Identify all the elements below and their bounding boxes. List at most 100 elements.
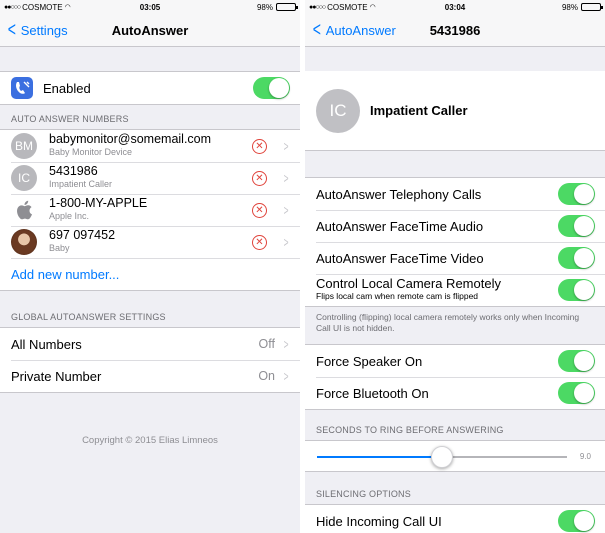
telephony-calls-row: AutoAnswer Telephony Calls <box>305 178 605 210</box>
nav-bar: < Settings AutoAnswer <box>0 14 300 47</box>
chevron-right-icon: > <box>283 336 289 352</box>
force-bluetooth-row: Force Bluetooth On <box>305 377 605 409</box>
enabled-label: Enabled <box>43 80 91 96</box>
chevron-left-icon: < <box>7 19 16 41</box>
numbers-list: BM babymonitor@somemail.com Baby Monitor… <box>0 129 300 291</box>
number-sub: Baby <box>49 243 70 253</box>
delete-icon[interactable]: ✕ <box>252 171 267 186</box>
number-sub: Baby Monitor Device <box>49 147 133 157</box>
ring-section-header: SECONDS TO RING BEFORE ANSWERING <box>316 425 504 435</box>
battery-percent: 98% <box>561 2 578 12</box>
delete-icon[interactable]: ✕ <box>252 139 267 154</box>
caller-name: Impatient Caller <box>370 103 468 118</box>
back-button[interactable]: < Settings <box>0 19 68 41</box>
control-camera-sub: Flips local cam when remote cam is flipp… <box>316 291 479 301</box>
facetime-video-toggle[interactable] <box>558 247 595 269</box>
battery-icon <box>276 3 298 11</box>
enabled-toggle[interactable] <box>253 77 290 99</box>
battery-info: 98% <box>561 2 603 12</box>
autoanswer-toggles: AutoAnswer Telephony Calls AutoAnswer Fa… <box>305 177 605 307</box>
number-text: 1-800-MY-APPLE Apple Inc. <box>49 197 147 223</box>
control-camera-label: Control Local Camera Remotely <box>316 276 501 291</box>
facetime-audio-toggle[interactable] <box>558 215 595 237</box>
status-bar: ●●○○○ COSMOTE ◠ 03:05 98% <box>0 0 300 14</box>
global-settings-list: All Numbers Off > Private Number On > <box>0 327 300 393</box>
control-camera-row: Control Local Camera Remotely Flips loca… <box>305 274 605 306</box>
number-text: 5431986 Impatient Caller <box>49 165 112 191</box>
numbers-section-header: AUTO ANSWER NUMBERS <box>11 114 129 124</box>
force-bluetooth-label: Force Bluetooth On <box>316 385 429 401</box>
global-section-header: GLOBAL AUTOANSWER SETTINGS <box>11 312 166 322</box>
silencing-toggles: Hide Incoming Call UI <box>305 504 605 533</box>
force-speaker-row: Force Speaker On <box>305 345 605 377</box>
status-time: 03:05 <box>139 2 161 12</box>
battery-icon <box>581 3 603 11</box>
all-numbers-label: All Numbers <box>11 336 82 352</box>
caller-header: IC Impatient Caller <box>305 71 605 151</box>
ring-slider-fill <box>317 456 442 458</box>
copyright-text: Copyright © 2015 Elias Limneos <box>82 435 218 446</box>
back-label: Settings <box>20 22 68 38</box>
ring-slider-value: 9.0 <box>579 452 591 461</box>
status-bar: ●●○○○ COSMOTE ◠ 03:04 98% <box>305 0 605 14</box>
force-toggles: Force Speaker On Force Bluetooth On <box>305 344 605 410</box>
number-detail-screen: ●●○○○ COSMOTE ◠ 03:04 98% < AutoAnswer 5… <box>305 0 605 533</box>
force-speaker-toggle[interactable] <box>558 350 595 372</box>
chevron-left-icon: < <box>312 19 321 41</box>
number-sub: Impatient Caller <box>49 179 113 189</box>
chevron-right-icon: > <box>283 138 289 154</box>
delete-icon[interactable]: ✕ <box>252 235 267 250</box>
hide-call-ui-label: Hide Incoming Call UI <box>316 513 442 529</box>
all-numbers-row[interactable]: All Numbers Off > <box>0 328 300 360</box>
ring-slider-thumb[interactable] <box>431 446 453 468</box>
apple-logo-icon <box>11 197 37 223</box>
hide-call-ui-toggle[interactable] <box>558 510 595 532</box>
number-text: 697 097452 Baby <box>49 229 115 255</box>
camera-note: Controlling (flipping) local camera remo… <box>316 312 580 333</box>
private-number-label: Private Number <box>11 368 102 384</box>
telephony-calls-label: AutoAnswer Telephony Calls <box>316 186 482 202</box>
facetime-video-label: AutoAnswer FaceTime Video <box>316 250 484 266</box>
autoanswer-app-icon <box>11 77 33 99</box>
number-main: babymonitor@somemail.com <box>49 132 212 146</box>
chevron-right-icon: > <box>283 234 289 250</box>
silencing-section-header: SILENCING OPTIONS <box>316 489 411 499</box>
number-main: 1-800-MY-APPLE <box>49 196 148 210</box>
chevron-right-icon: > <box>283 170 289 186</box>
contact-avatar: BM <box>11 133 37 159</box>
number-row-baby[interactable]: 697 097452 Baby ✕ > <box>0 226 300 258</box>
number-row-impatient-caller[interactable]: IC 5431986 Impatient Caller ✕ > <box>0 162 300 194</box>
add-new-number-row[interactable]: Add new number... <box>0 258 300 290</box>
contact-photo <box>11 229 37 255</box>
delete-icon[interactable]: ✕ <box>252 203 267 218</box>
add-new-number-link[interactable]: Add new number... <box>11 267 119 282</box>
force-speaker-label: Force Speaker On <box>316 353 423 369</box>
number-main: 5431986 <box>49 164 98 178</box>
enabled-group: Enabled <box>0 71 300 105</box>
facetime-audio-label: AutoAnswer FaceTime Audio <box>316 218 484 234</box>
number-row-babymonitor[interactable]: BM babymonitor@somemail.com Baby Monitor… <box>0 130 300 162</box>
number-row-apple[interactable]: 1-800-MY-APPLE Apple Inc. ✕ > <box>0 194 300 226</box>
control-camera-toggle[interactable] <box>558 279 595 301</box>
facetime-video-row: AutoAnswer FaceTime Video <box>305 242 605 274</box>
all-numbers-value: Off <box>258 337 275 351</box>
private-number-row[interactable]: Private Number On > <box>0 360 300 392</box>
battery-info: 98% <box>256 2 298 12</box>
contact-avatar: IC <box>11 165 37 191</box>
autoanswer-settings-screen: ●●○○○ COSMOTE ◠ 03:05 98% < Settings Aut… <box>0 0 300 533</box>
caller-avatar: IC <box>316 88 360 133</box>
number-text: babymonitor@somemail.com Baby Monitor De… <box>49 133 211 159</box>
status-time: 03:04 <box>444 2 466 12</box>
number-main: 697 097452 <box>49 228 116 242</box>
force-bluetooth-toggle[interactable] <box>558 382 595 404</box>
enabled-row: Enabled <box>0 72 300 104</box>
number-sub: Apple Inc. <box>49 211 90 221</box>
ring-slider-track[interactable] <box>317 446 567 468</box>
facetime-audio-row: AutoAnswer FaceTime Audio <box>305 210 605 242</box>
battery-percent: 98% <box>256 2 273 12</box>
back-button[interactable]: < AutoAnswer <box>305 19 396 41</box>
telephony-calls-toggle[interactable] <box>558 183 595 205</box>
